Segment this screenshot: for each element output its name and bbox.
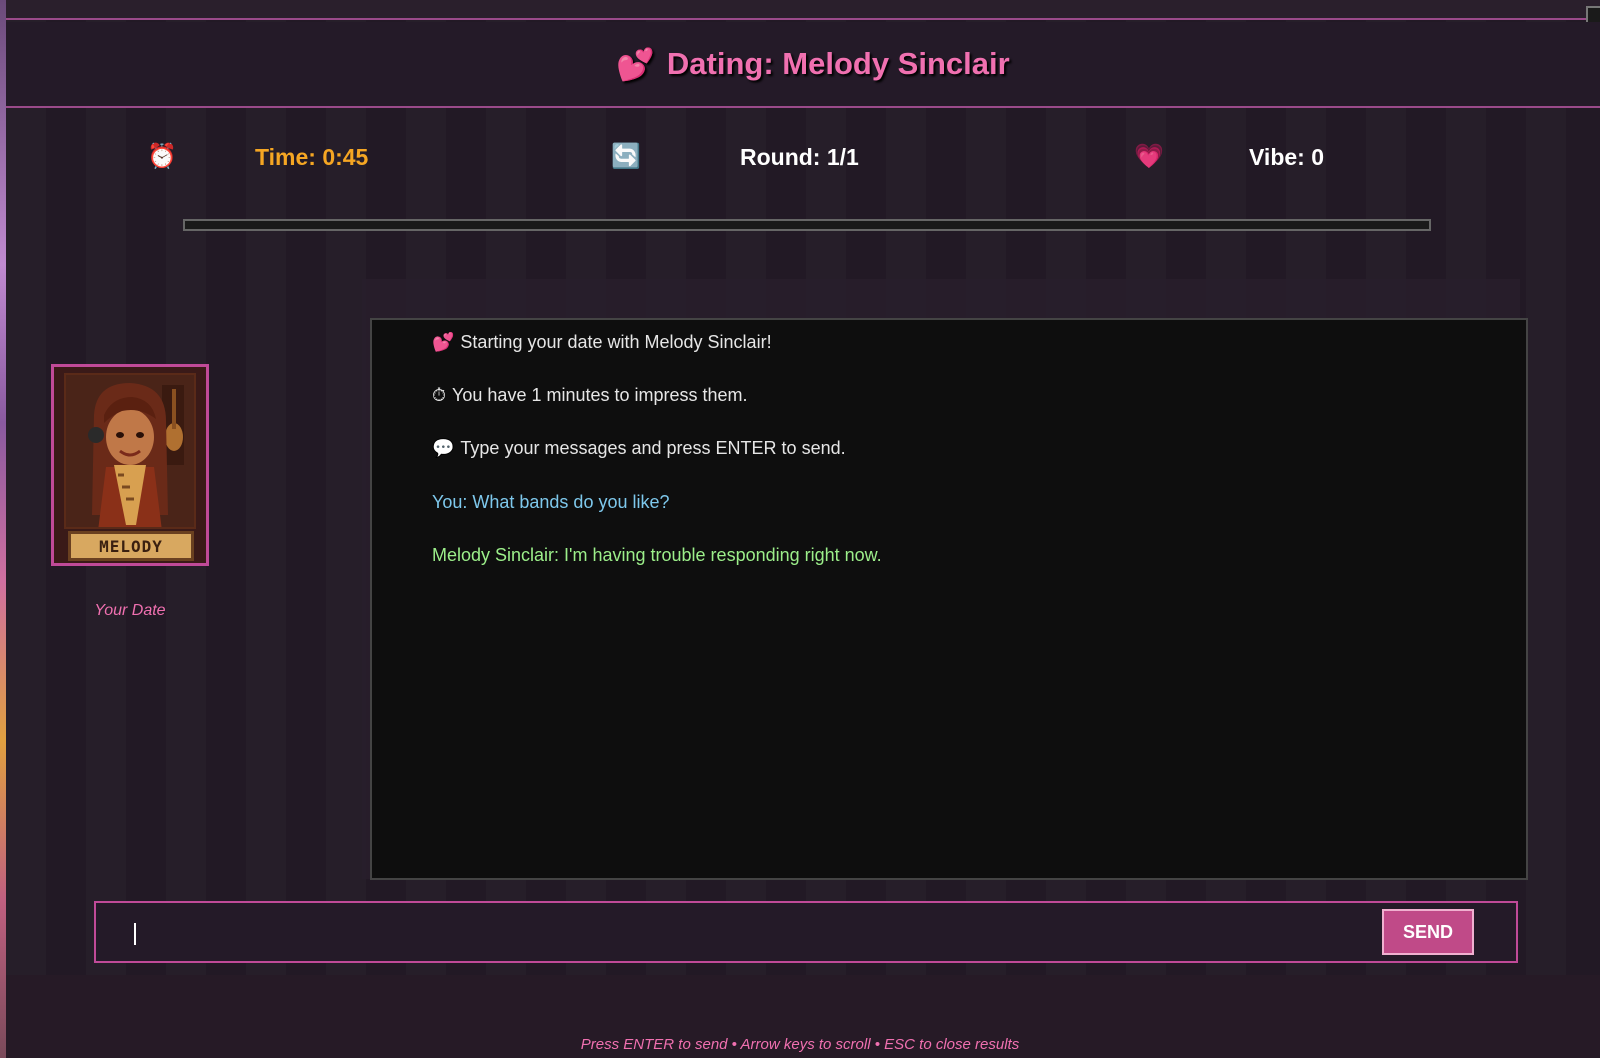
round-display: Round: 1/1 bbox=[740, 144, 859, 170]
message-text: Type your messages and press ENTER to se… bbox=[460, 438, 846, 458]
two-hearts-icon: 💕 bbox=[432, 332, 455, 353]
heart-icon: 💗 bbox=[1134, 142, 1164, 170]
dating-header: 💕 Dating: Melody Sinclair bbox=[6, 22, 1600, 108]
page-title: 💕 Dating: Melody Sinclair bbox=[616, 46, 1009, 83]
refresh-icon: 🔄 bbox=[611, 142, 641, 170]
send-button[interactable]: SEND bbox=[1382, 909, 1474, 955]
chat-message: 💕 Starting your date with Melody Sinclai… bbox=[432, 332, 772, 353]
chat-log[interactable]: 💕 Starting your date with Melody Sinclai… bbox=[370, 318, 1528, 880]
date-portrait-card: MELODY bbox=[51, 364, 209, 566]
message-text: Starting your date with Melody Sinclair! bbox=[460, 332, 772, 352]
melody-portrait bbox=[64, 373, 196, 529]
time-progress-bar bbox=[183, 219, 1431, 231]
controls-hint: Press ENTER to send • Arrow keys to scro… bbox=[580, 1036, 1020, 1053]
portrait-illustration bbox=[66, 375, 194, 527]
portrait-caption: Your Date bbox=[94, 602, 166, 619]
alarm-clock-icon: ⏰ bbox=[147, 142, 177, 170]
message-input[interactable] bbox=[98, 905, 1358, 959]
chat-message: 💬 Type your messages and press ENTER to … bbox=[432, 438, 846, 459]
stopwatch-icon: ⏱ bbox=[432, 385, 447, 406]
stats-bar: ⏰ Time: 0:45 🔄 Round: 1/1 💗 Vibe: 0 bbox=[6, 128, 1600, 188]
message-text: Melody Sinclair: I'm having trouble resp… bbox=[432, 545, 882, 565]
top-strip bbox=[6, 0, 1600, 20]
vibe-display: Vibe: 0 bbox=[1249, 144, 1324, 170]
speech-bubble-icon: 💬 bbox=[432, 438, 455, 459]
message-input-bar: SEND bbox=[94, 901, 1518, 963]
title-text: Dating: Melody Sinclair bbox=[666, 46, 1010, 81]
chat-message-you: You: What bands do you like? bbox=[432, 492, 670, 513]
two-hearts-icon: 💕 bbox=[616, 46, 655, 83]
message-text: You: What bands do you like? bbox=[432, 492, 670, 512]
chat-message: ⏱ You have 1 minutes to impress them. bbox=[432, 385, 748, 406]
message-text: You have 1 minutes to impress them. bbox=[452, 385, 748, 405]
chat-message-date: Melody Sinclair: I'm having trouble resp… bbox=[432, 545, 882, 566]
portrait-nameplate: MELODY bbox=[68, 531, 194, 561]
text-caret bbox=[134, 923, 136, 945]
time-display: Time: 0:45 bbox=[255, 144, 369, 170]
